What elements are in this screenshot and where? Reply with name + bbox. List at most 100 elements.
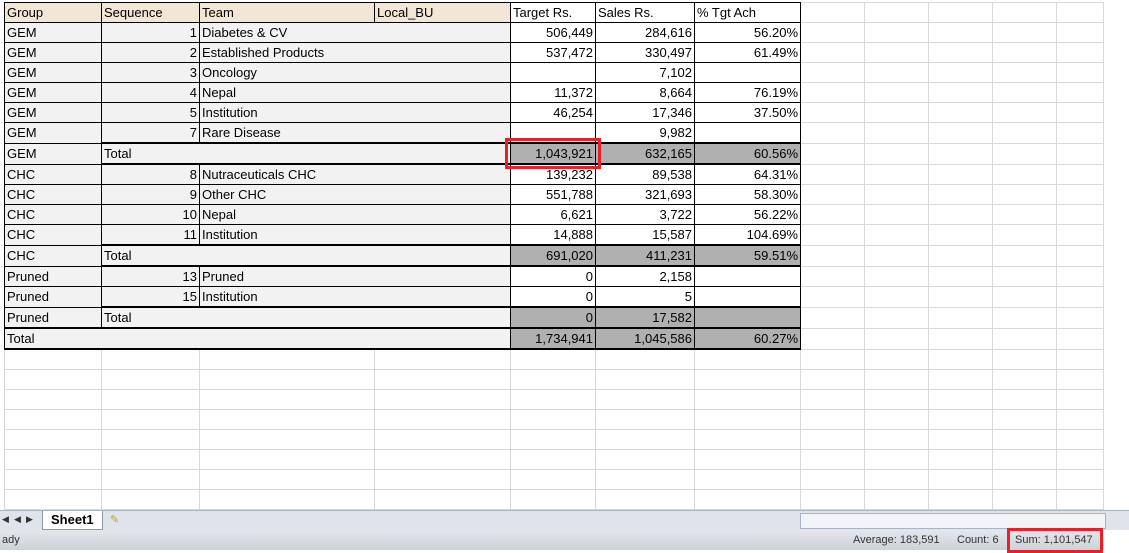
empty-cell[interactable] [992, 409, 1057, 430]
empty-cell[interactable] [800, 204, 865, 225]
sales-cell[interactable]: 17,582 [595, 306, 695, 329]
empty-cell[interactable] [4, 348, 102, 370]
target-cell[interactable]: 46,254 [510, 102, 596, 123]
empty-cell[interactable] [101, 489, 200, 510]
next-sheet-icon[interactable]: ▶ [26, 514, 33, 525]
team-cell[interactable]: Institution [199, 286, 511, 308]
empty-cell[interactable] [694, 429, 801, 450]
group-cell[interactable]: CHC [4, 224, 102, 246]
grand-total-label[interactable]: Total [4, 327, 511, 350]
empty-cell[interactable] [1056, 265, 1104, 287]
empty-cell[interactable] [864, 244, 929, 267]
empty-cell[interactable] [800, 369, 865, 390]
empty-cell[interactable] [864, 348, 929, 370]
empty-cell[interactable] [864, 22, 929, 43]
sales-cell[interactable]: 321,693 [595, 184, 695, 205]
target-cell[interactable]: 139,232 [510, 163, 596, 185]
empty-cell[interactable] [992, 327, 1057, 350]
empty-cell[interactable] [864, 409, 929, 430]
target-cell[interactable]: 14,888 [510, 224, 596, 246]
prev-sheet-icon[interactable]: ◀ [14, 514, 21, 525]
empty-cell[interactable] [992, 489, 1057, 510]
empty-cell[interactable] [595, 469, 695, 490]
empty-cell[interactable] [4, 489, 102, 510]
pct-cell[interactable]: 64.31% [694, 163, 801, 185]
horizontal-scrollbar[interactable] [800, 513, 1106, 529]
empty-cell[interactable] [4, 429, 102, 450]
empty-cell[interactable] [374, 348, 511, 370]
empty-cell[interactable] [864, 265, 929, 287]
empty-cell[interactable] [992, 306, 1057, 329]
sales-cell[interactable]: 2,158 [595, 265, 695, 287]
empty-cell[interactable] [694, 369, 801, 390]
sheet-tab-sheet1[interactable]: Sheet1 [42, 511, 103, 530]
team-cell[interactable]: Institution [199, 102, 511, 123]
empty-cell[interactable] [928, 142, 993, 165]
empty-cell[interactable] [1056, 184, 1104, 205]
empty-cell[interactable] [4, 409, 102, 430]
empty-cell[interactable] [928, 82, 993, 103]
group-cell[interactable]: GEM [4, 142, 102, 165]
empty-cell[interactable] [864, 142, 929, 165]
pct-cell[interactable]: 37.50% [694, 102, 801, 123]
column-header[interactable]: Sequence [101, 2, 200, 23]
column-header[interactable]: Local_BU [374, 2, 511, 23]
target-cell[interactable]: 506,449 [510, 22, 596, 43]
empty-cell[interactable] [800, 42, 865, 63]
sales-cell[interactable]: 15,587 [595, 224, 695, 246]
team-cell[interactable]: Diabetes & CV [199, 22, 511, 43]
sales-cell[interactable]: 1,045,586 [595, 327, 695, 350]
empty-cell[interactable] [864, 204, 929, 225]
target-cell[interactable]: 691,020 [510, 244, 596, 267]
empty-cell[interactable] [800, 102, 865, 123]
empty-cell[interactable] [928, 348, 993, 370]
empty-cell[interactable] [199, 369, 375, 390]
empty-cell[interactable] [800, 389, 865, 410]
sequence-cell[interactable]: 7 [101, 122, 200, 144]
sequence-cell[interactable]: 1 [101, 22, 200, 43]
empty-cell[interactable] [694, 348, 801, 370]
empty-cell[interactable] [928, 224, 993, 246]
sales-cell[interactable]: 284,616 [595, 22, 695, 43]
empty-cell[interactable] [928, 2, 993, 23]
empty-cell[interactable] [1056, 122, 1104, 144]
sales-cell[interactable]: 411,231 [595, 244, 695, 267]
empty-cell[interactable] [1056, 244, 1104, 267]
empty-cell[interactable] [510, 429, 596, 450]
empty-cell[interactable] [800, 2, 865, 23]
empty-cell[interactable] [4, 449, 102, 470]
empty-cell[interactable] [1056, 2, 1104, 23]
group-cell[interactable]: Pruned [4, 286, 102, 308]
empty-cell[interactable] [1056, 204, 1104, 225]
empty-cell[interactable] [864, 429, 929, 450]
empty-cell[interactable] [1056, 42, 1104, 63]
sales-cell[interactable]: 8,664 [595, 82, 695, 103]
total-label[interactable]: Total [101, 306, 511, 329]
empty-cell[interactable] [864, 389, 929, 410]
group-cell[interactable]: CHC [4, 163, 102, 185]
target-cell[interactable]: 1,043,921 [510, 142, 596, 165]
empty-cell[interactable] [992, 2, 1057, 23]
empty-cell[interactable] [199, 409, 375, 430]
empty-cell[interactable] [864, 184, 929, 205]
empty-cell[interactable] [1056, 409, 1104, 430]
pct-cell[interactable]: 104.69% [694, 224, 801, 246]
empty-cell[interactable] [992, 224, 1057, 246]
empty-cell[interactable] [928, 306, 993, 329]
empty-cell[interactable] [800, 306, 865, 329]
empty-cell[interactable] [595, 449, 695, 470]
column-header[interactable]: Group [4, 2, 102, 23]
empty-cell[interactable] [992, 469, 1057, 490]
empty-cell[interactable] [928, 62, 993, 83]
empty-cell[interactable] [1056, 469, 1104, 490]
empty-cell[interactable] [800, 429, 865, 450]
target-cell[interactable]: 537,472 [510, 42, 596, 63]
empty-cell[interactable] [374, 449, 511, 470]
sales-cell[interactable]: 3,722 [595, 204, 695, 225]
team-cell[interactable]: Nepal [199, 204, 511, 225]
empty-cell[interactable] [928, 389, 993, 410]
empty-cell[interactable] [928, 42, 993, 63]
empty-cell[interactable] [864, 224, 929, 246]
empty-cell[interactable] [992, 389, 1057, 410]
pct-cell[interactable]: 76.19% [694, 82, 801, 103]
